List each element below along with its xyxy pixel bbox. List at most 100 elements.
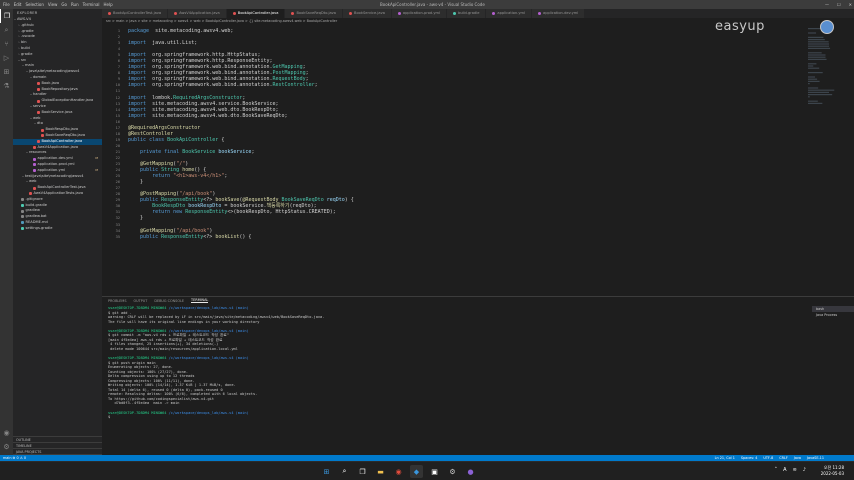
minimap-line	[808, 63, 817, 65]
minimap-line	[808, 32, 817, 34]
code-token: java.util.List;	[146, 40, 198, 47]
extensions-icon[interactable]: ⊞	[0, 65, 13, 79]
menu-item-go[interactable]: Go	[61, 2, 67, 7]
window-controls: — ☐ ✕	[825, 2, 852, 7]
branch-status[interactable]: main ⊗ 0 ⚠ 0	[3, 456, 26, 460]
wifi-icon[interactable]: ≋	[793, 467, 797, 473]
source-control-icon[interactable]: ⑂	[0, 37, 13, 51]
minimap-line	[808, 36, 824, 38]
chevron-up-icon[interactable]: ˄	[775, 467, 778, 473]
vscode-icon[interactable]: ◆	[410, 465, 423, 478]
status-item[interactable]: UTF-8	[763, 456, 773, 460]
panel-tab-problems[interactable]: PROBLEMS	[108, 299, 127, 303]
terminal-instance[interactable]: Java Process	[812, 312, 854, 318]
panel-tab-terminal[interactable]: TERMINAL	[191, 298, 209, 303]
taskbar-clock[interactable]: 오전 11:28 2022-05-03	[821, 465, 844, 477]
windows-taskbar: ⊞ ⌕ ❐ ▬ ◉ ◆ ▣ ⚙ ● ˄ A ≋ ♪ 오전 11:28 2022-…	[0, 461, 854, 480]
status-item[interactable]: CRLF	[779, 456, 788, 460]
tab-label: AwsV4Application.java	[179, 11, 220, 15]
terminal-output[interactable]: ssar@DESKTOP-7D8DM4 MINGW64 /c/workspace…	[108, 306, 808, 420]
menu-item-view[interactable]: View	[48, 2, 58, 7]
code-token: public	[140, 233, 159, 240]
minimap-line	[808, 83, 810, 85]
explorer-icon[interactable]: ❐	[0, 9, 13, 23]
line-number: 35	[115, 234, 120, 239]
editor-tab[interactable]: application.yml	[486, 9, 533, 18]
code-token: import	[128, 82, 147, 89]
taskbar-search-icon[interactable]: ⌕	[338, 465, 351, 478]
maximize-icon[interactable]: ☐	[837, 2, 841, 7]
chrome-icon[interactable]: ◉	[392, 465, 405, 478]
easyup-logo: easyup	[715, 19, 765, 34]
file-type-icon	[37, 87, 40, 91]
file-type-icon	[21, 209, 24, 213]
volume-icon[interactable]: ♪	[803, 467, 806, 473]
menu-item-selection[interactable]: Selection	[25, 2, 43, 7]
editor-tab[interactable]: AwsV4Application.java	[168, 9, 227, 18]
close-icon[interactable]: ✕	[849, 2, 852, 7]
account-icon[interactable]: ◉	[0, 426, 13, 440]
editor-tab[interactable]: BookApiController.java	[226, 9, 286, 18]
editor-tab[interactable]: BookSaveReqDto.java	[285, 9, 344, 18]
testing-icon[interactable]: ⚗	[0, 79, 13, 93]
status-item[interactable]: Spaces: 4	[741, 456, 757, 460]
file-type-icon	[33, 145, 36, 149]
clock-date: 2022-05-03	[820, 471, 844, 476]
editor-tab[interactable]: BookApiControllerTest.java	[102, 9, 169, 18]
minimap-line	[808, 94, 833, 96]
app-icon[interactable]: ●	[464, 465, 477, 478]
code-token: return new	[152, 209, 183, 216]
code-token: }	[128, 215, 144, 222]
editor-tab[interactable]: build.gradle	[446, 9, 487, 18]
editor-tab[interactable]: application-dev.yml	[532, 9, 586, 18]
minimap[interactable]	[806, 24, 846, 296]
panel-tab-debug-console[interactable]: DEBUG CONSOLE	[154, 299, 184, 303]
code-token: ResponseEntity	[158, 233, 204, 240]
menu-item-edit[interactable]: Edit	[14, 2, 22, 7]
file-type-icon	[33, 169, 36, 173]
settings-icon[interactable]: ⚙	[446, 465, 459, 478]
status-item[interactable]: Ln 21, Col 1	[715, 456, 735, 460]
prompt-path: /c/workspace/devops_lab/aws-v4 (main)	[168, 410, 249, 415]
status-item[interactable]: JavaSE-11	[807, 456, 824, 460]
code-editor[interactable]: 1 2 3 4 5 6 7 8 9 10 11 12 13 14 15 16 17 18 19 20 21 22 23 24 2…	[102, 24, 854, 296]
run-debug-icon[interactable]: ▷	[0, 51, 13, 65]
java-file-icon	[397, 12, 401, 15]
menu-item-terminal[interactable]: Terminal	[83, 2, 100, 7]
task-view-icon[interactable]: ❐	[356, 465, 369, 478]
code-content[interactable]: package site.metacoding.awsv4.web; import…	[128, 28, 828, 240]
java-file-icon	[291, 12, 295, 15]
menu-item-file[interactable]: File	[3, 2, 10, 7]
tree-file[interactable]: settings.gradle	[13, 226, 102, 232]
gear-icon[interactable]: ⚙	[0, 440, 13, 454]
editor-tab[interactable]: application-prod.yml	[391, 9, 447, 18]
explorer-sidebar: EXPLORER ⌄ AWS-V4 › .github › .gradle › .vscode…	[13, 9, 102, 460]
terminal-icon[interactable]: ▣	[428, 465, 441, 478]
windows-start-icon[interactable]: ⊞	[320, 465, 333, 478]
panel-tab-output[interactable]: OUTPUT	[134, 299, 148, 303]
minimize-icon[interactable]: —	[825, 2, 829, 7]
java-file-icon	[538, 12, 542, 15]
file-type-icon	[33, 186, 36, 190]
search-icon[interactable]: ⌕	[0, 23, 13, 37]
minimap-line	[808, 58, 827, 60]
java-file-icon	[349, 12, 353, 15]
code-token: bookList	[215, 233, 240, 240]
minimap-line	[808, 45, 829, 47]
input-language[interactable]: A	[783, 467, 786, 473]
window-title: BookApiController.java - aws-v4 - Visual…	[380, 2, 485, 7]
tab-label: BookApiControllerTest.java	[113, 11, 162, 15]
menu-item-run[interactable]: Run	[71, 2, 79, 7]
editor-tab[interactable]: BookService.java	[343, 9, 392, 18]
file-explorer-icon[interactable]: ▬	[374, 465, 387, 478]
line-numbers: 1 2 3 4 5 6 7 8 9 10 11 12 13 14 15 16 17 18 19 20 21 22 23 24 2…	[102, 28, 122, 240]
minimap-line	[808, 72, 823, 74]
minimap-line	[808, 65, 814, 67]
minimap-line	[808, 43, 829, 45]
java-file-icon	[174, 12, 178, 15]
menu-item-help[interactable]: Help	[104, 2, 113, 7]
java-file-icon	[108, 12, 111, 15]
tab-label: build.gradle	[457, 11, 480, 15]
code-token: package	[128, 28, 150, 34]
status-item[interactable]: Java	[794, 456, 801, 460]
